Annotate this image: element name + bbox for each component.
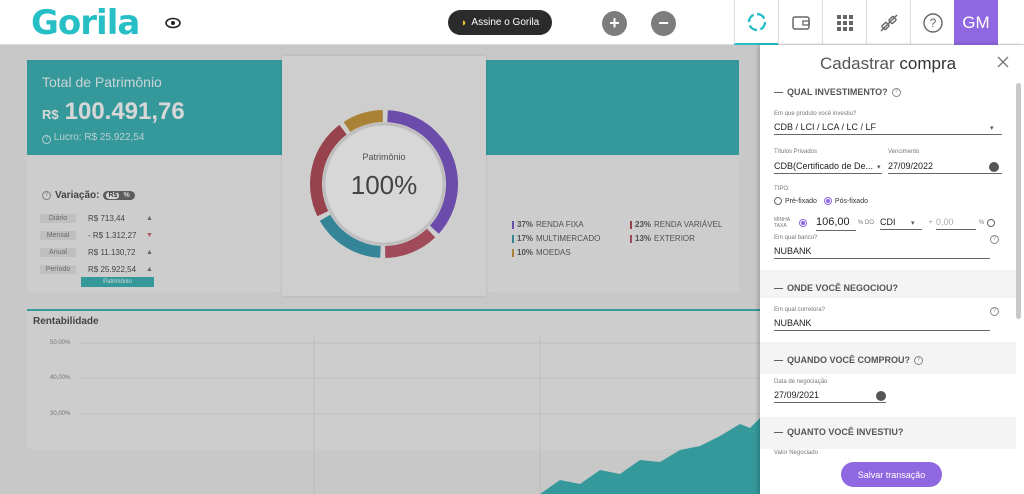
chevron-down-icon[interactable]: ▾ <box>990 124 994 132</box>
radio-pre-fixado[interactable] <box>774 197 782 205</box>
section-title: QUANDO VOCÊ COMPROU? <box>787 355 911 365</box>
data-label: Data de negociação <box>774 379 828 385</box>
section-dash: — <box>774 87 783 97</box>
nav-help[interactable]: ? <box>910 0 954 45</box>
produto-select[interactable]: CDB / LCI / LCA / LC / LF <box>774 122 1002 135</box>
tipo-label: TIPO: <box>774 186 790 192</box>
panel-title: Cadastrar compra <box>820 54 956 74</box>
corretora-label: Em qual corretora? <box>774 307 826 313</box>
valor-label: Valor Negociado <box>774 450 818 456</box>
chevron-down-icon[interactable]: ▾ <box>877 163 881 171</box>
radio-label: Pós-fixado <box>834 197 868 205</box>
section-title: QUAL INVESTIMENTO? <box>787 87 888 97</box>
calendar-icon[interactable] <box>989 162 999 172</box>
section-title: ONDE VOCÊ NEGOCIOU? <box>787 283 899 293</box>
nav-connections[interactable] <box>866 0 910 45</box>
section-title: QUANTO VOCÊ INVESTIU? <box>787 427 904 437</box>
vencimento-label: Vencimento <box>888 149 920 155</box>
save-transaction-button[interactable]: Salvar transação <box>841 462 942 487</box>
radio-label: Pré-fixado <box>785 197 817 205</box>
help-icon[interactable]: ? <box>990 235 999 244</box>
radio-pos-fixado[interactable] <box>823 197 832 205</box>
chevron-down-icon[interactable]: ▾ <box>911 219 915 227</box>
section-dash: — <box>774 355 783 365</box>
scrollbar[interactable] <box>1016 83 1021 319</box>
svg-text:?: ? <box>929 16 936 30</box>
panel-title-b: compra <box>899 54 957 73</box>
calendar-icon[interactable] <box>876 391 886 401</box>
section-qual-investimento: — QUAL INVESTIMENTO? ? <box>774 87 901 97</box>
nav-icons: ? GM <box>734 0 998 45</box>
section-quanto-investiu: — QUANTO VOCÊ INVESTIU? <box>774 427 903 437</box>
nav-apps[interactable] <box>822 0 866 45</box>
section-onde-negociou: — ONDE VOCÊ NEGOCIOU? <box>774 283 898 293</box>
grid-icon <box>836 14 853 31</box>
taxa-label: MINHA TAXA <box>774 217 790 229</box>
radio-spread[interactable] <box>987 219 995 227</box>
radio-taxa[interactable] <box>799 219 807 227</box>
avatar[interactable]: GM <box>954 0 998 45</box>
corretora-input[interactable]: NUBANK <box>774 318 990 331</box>
help-icon[interactable]: ? <box>891 87 901 97</box>
titulos-select[interactable]: CDB(Certificado de De... <box>774 161 882 174</box>
section-dash: — <box>774 283 783 293</box>
spread-input[interactable]: 0,00 <box>936 217 976 230</box>
banco-label: Em qual banco? <box>774 235 818 241</box>
rentabilidade-chart <box>80 335 760 494</box>
tipo-radio-group: Pré-fixado Pós-fixado <box>774 197 868 205</box>
plus-sign: + <box>929 220 933 226</box>
rentabilidade-area <box>540 418 760 494</box>
indexador-select[interactable]: CDI <box>880 217 922 230</box>
wallet-icon <box>791 15 810 30</box>
taxa-input[interactable]: 106,00 <box>816 216 856 231</box>
panel-title-a: Cadastrar <box>820 54 895 73</box>
section-dash: — <box>774 427 783 437</box>
nav-wallet[interactable] <box>778 0 822 45</box>
help-icon[interactable]: ? <box>914 355 924 365</box>
vencimento-input[interactable]: 27/09/2022 <box>888 161 1002 174</box>
data-input[interactable]: 27/09/2021 <box>774 390 886 403</box>
pct-sign: % <box>979 220 985 226</box>
help-icon[interactable]: ? <box>990 307 999 316</box>
banco-input[interactable]: NUBANK <box>774 246 990 259</box>
taxa-unit: % DO <box>858 220 875 226</box>
titulos-label: Títulos Privados <box>774 149 818 155</box>
close-icon[interactable] <box>996 55 1010 69</box>
plug-icon <box>879 13 898 32</box>
produto-label: Em que produto você investiu? <box>774 111 857 117</box>
cadastrar-compra-panel: Cadastrar compra — QUAL INVESTIMENTO? ? … <box>760 45 1024 494</box>
help-icon: ? <box>922 12 943 33</box>
section-quando-comprou: — QUANDO VOCÊ COMPROU? ? <box>774 355 924 365</box>
